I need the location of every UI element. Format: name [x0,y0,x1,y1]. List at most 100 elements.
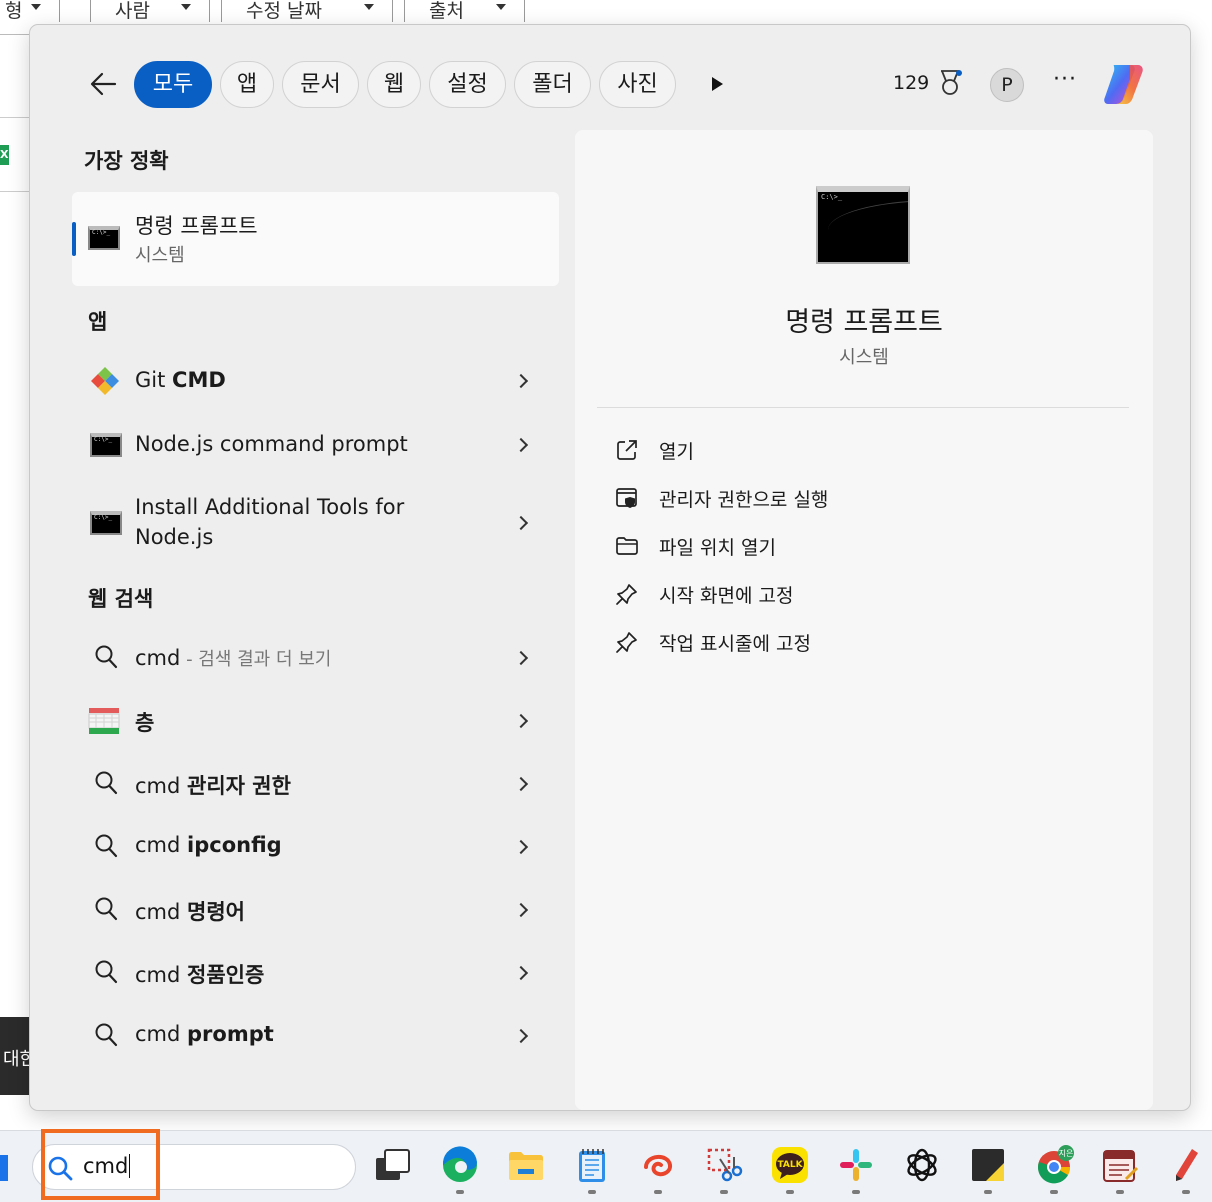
taskbar: cmd TALK 지은 [0,1130,1212,1202]
background-column-header[interactable]: 형 [0,0,60,22]
app-item-nodejs-command-prompt[interactable]: Node.js command prompt [72,423,559,467]
action-open[interactable]: 열기 [615,436,915,466]
background-divider [0,191,30,192]
pen-app-icon[interactable] [1166,1145,1206,1185]
rewards-medal-icon[interactable] [937,69,963,97]
running-indicator [1182,1190,1190,1194]
app-item-git-cmd[interactable]: Git CMD [72,359,559,403]
tab-all[interactable]: 모두 [134,61,212,108]
background-column-header[interactable]: 사람 [90,0,210,22]
app-item-label: Git CMD [135,368,226,392]
chrome-icon[interactable]: 지은 [1034,1145,1074,1185]
tab-apps[interactable]: 앱 [220,61,274,108]
web-item[interactable]: cmd 관리자 권한 [72,761,559,805]
chevron-right-icon[interactable] [513,1028,529,1044]
web-item[interactable]: cmd prompt [72,1013,559,1057]
swirl-app-icon[interactable] [638,1145,678,1185]
search-icon [95,834,118,858]
running-indicator [588,1190,596,1194]
web-item[interactable]: cmd 정품인증 [72,950,559,994]
action-open-file-location[interactable]: 파일 위치 열기 [615,532,915,562]
chevron-right-icon[interactable] [513,902,529,918]
search-panel: 모두 앱 문서 웹 설정 폴더 사진 129 P ··· 가장 정확 C:\>_… [29,24,1191,1111]
background-column-header[interactable]: 수정 날짜 [221,0,393,22]
kakaotalk-icon[interactable]: TALK [770,1145,810,1185]
column-label: 수정 날짜 [246,0,322,22]
pin-icon [616,584,637,605]
admin-shield-icon [616,488,637,508]
web-query: cmd [135,963,188,987]
tab-documents[interactable]: 문서 [282,61,359,108]
search-icon [95,960,118,984]
web-query-suggestion: prompt [187,1022,274,1046]
notepad-icon[interactable] [572,1145,612,1185]
task-view-icon[interactable] [373,1145,413,1185]
chevron-right-icon[interactable] [513,839,529,855]
action-pin-to-start[interactable]: 시작 화면에 고정 [615,580,915,610]
web-item[interactable]: 층 [72,698,559,742]
web-query: 층 [135,711,155,735]
running-indicator [654,1190,662,1194]
tab-folders[interactable]: 폴더 [514,61,591,108]
chevron-right-icon[interactable] [513,965,529,981]
folder-icon [616,537,638,555]
account-avatar[interactable]: P [990,68,1024,102]
start-button-icon[interactable] [0,1155,8,1181]
background-column-header[interactable]: 출처 [404,0,525,22]
chevron-right-icon[interactable] [513,515,529,531]
tab-photos[interactable]: 사진 [599,61,676,108]
tab-settings[interactable]: 설정 [429,61,506,108]
background-tooltip: 대한 [0,1017,32,1095]
column-label: 형 [5,0,23,22]
action-label: 관리자 권한으로 실행 [659,489,829,511]
web-query: cmd [135,833,188,857]
web-item[interactable]: cmd - 검색 결과 더 보기 [72,635,559,679]
action-run-as-admin[interactable]: 관리자 권한으로 실행 [615,484,915,514]
running-indicator [852,1190,860,1194]
background-divider [0,117,30,118]
app-item-label: Install Additional Tools for [135,495,405,519]
detail-subtitle: 시스템 [839,347,889,368]
more-filters-play-icon[interactable] [712,77,723,91]
best-match-result[interactable]: 명령 프롬프트 시스템 [72,192,559,286]
action-pin-to-taskbar[interactable]: 작업 표시줄에 고정 [615,628,915,658]
running-indicator [720,1190,728,1194]
snipping-tool-icon[interactable] [704,1145,744,1185]
chevron-right-icon[interactable] [513,650,529,666]
web-item[interactable]: cmd 명령어 [72,887,559,931]
copilot-icon[interactable] [1100,61,1146,107]
command-prompt-icon [90,511,122,535]
web-query-suggestion: 정품인증 [187,963,265,987]
web-item[interactable]: cmd ipconfig [72,824,559,868]
action-label: 열기 [659,441,694,463]
dropdown-caret-icon [496,4,506,10]
rewards-points[interactable]: 129 [893,72,929,94]
app-item-install-additional-tools[interactable]: Install Additional Tools for Node.js [72,487,559,557]
action-label: 시작 화면에 고정 [659,585,794,607]
detail-title: 명령 프롬프트 [785,307,943,338]
apps-heading: 앱 [88,310,108,334]
web-item-label: cmd 관리자 권한 [135,770,291,800]
web-item-label: cmd 명령어 [135,896,245,926]
command-prompt-icon [88,226,120,250]
file-explorer-icon[interactable] [506,1145,546,1185]
chatgpt-icon[interactable] [902,1145,942,1185]
column-label: 사람 [115,0,150,22]
chevron-right-icon[interactable] [513,776,529,792]
pin-icon [616,632,637,653]
app-name-prefix: Git [135,368,173,392]
chevron-right-icon[interactable] [513,373,529,389]
tab-web[interactable]: 웹 [367,61,421,108]
planner-icon[interactable] [1100,1145,1140,1185]
sticky-notes-icon[interactable] [968,1145,1008,1185]
back-arrow-icon[interactable] [88,69,118,99]
open-external-icon [617,440,637,460]
edge-icon[interactable] [440,1145,480,1185]
web-query-suggestion: 명령어 [187,900,245,924]
web-item-label: cmd prompt [135,1022,274,1046]
more-options-button[interactable]: ··· [1050,65,1080,95]
chevron-right-icon[interactable] [513,437,529,453]
chevron-right-icon[interactable] [513,713,529,729]
column-label: 출처 [429,0,464,22]
slack-icon[interactable] [836,1145,876,1185]
